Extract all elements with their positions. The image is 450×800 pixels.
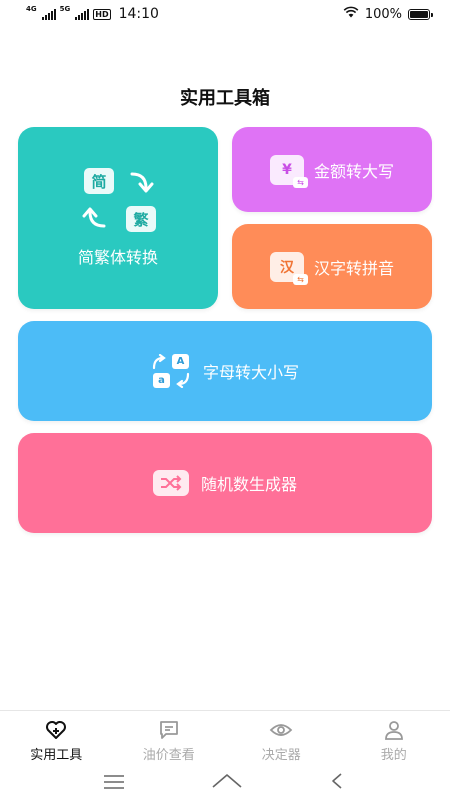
wifi-icon — [343, 6, 359, 22]
tab-label: 实用工具 — [30, 748, 83, 763]
tab-youjia-chakan[interactable]: 油价查看 — [113, 711, 226, 766]
swap-icon: ⇆ — [292, 273, 308, 285]
uppercase-glyph: A — [171, 354, 189, 369]
tab-shiyong-gongju[interactable]: 实用工具 — [0, 711, 113, 766]
status-left: 4G 5G HD 14:10 — [26, 5, 159, 23]
tool-card-jine[interactable]: ¥ ⇆ 金额转大写 — [232, 127, 432, 212]
hanzi-icon: 汉 ⇆ — [269, 251, 308, 285]
tab-wode[interactable]: 我的 — [338, 711, 450, 766]
arrow-curve-icon — [176, 372, 190, 388]
status-bar: 4G 5G HD 14:10 100% — [0, 0, 450, 28]
heart-plus-icon — [44, 719, 68, 741]
signal-icon-1 — [41, 8, 56, 20]
tool-card-label: 字母转大小写 — [202, 363, 299, 382]
tab-label: 我的 — [380, 748, 407, 763]
system-nav-bar — [0, 766, 450, 800]
tool-card-label: 简繁体转换 — [77, 248, 158, 267]
message-icon — [157, 719, 181, 741]
tool-card-jianfan[interactable]: 简 繁 简繁体转换 — [18, 127, 218, 309]
signal-icon-2 — [75, 8, 90, 20]
tool-card-suiji[interactable]: 随机数生成器 — [18, 433, 432, 533]
letter-case-icon: A a — [151, 354, 191, 388]
tool-card-label: 随机数生成器 — [200, 475, 297, 494]
bottom-tab-bar: 实用工具 油价查看 决定器 我的 — [0, 710, 450, 766]
back-icon[interactable] — [329, 772, 347, 794]
jianfan-glyph-traditional: 繁 — [126, 206, 156, 232]
menu-icon[interactable] — [103, 774, 125, 793]
user-icon — [382, 719, 406, 741]
arrow-down-curve-icon — [130, 172, 154, 193]
swap-icon: ⇆ — [292, 176, 308, 188]
network-type-2: 5G — [59, 5, 71, 13]
shuffle-icon — [152, 470, 189, 496]
shuffle-arrows-icon — [160, 475, 182, 491]
tool-card-label: 金额转大写 — [313, 161, 394, 181]
status-time: 14:10 — [118, 6, 159, 22]
eye-icon — [269, 719, 293, 741]
battery-icon — [408, 8, 433, 20]
network-type-1: 4G — [26, 5, 37, 13]
tool-card-zimu[interactable]: A a 字母转大小写 — [18, 321, 432, 421]
tab-label: 决定器 — [261, 748, 301, 763]
battery-percent: 100% — [364, 6, 402, 22]
hd-badge: HD — [93, 8, 111, 20]
jianfan-glyph-simplified: 简 — [84, 168, 114, 194]
page-title: 实用工具箱 — [180, 88, 270, 109]
hanzi-glyph: 汉 — [279, 259, 294, 276]
tab-label: 油价查看 — [142, 748, 195, 763]
yen-icon: ¥ ⇆ — [269, 154, 308, 188]
lowercase-glyph: a — [152, 373, 170, 388]
yen-glyph: ¥ — [282, 161, 292, 178]
arrow-curve-icon — [152, 354, 166, 370]
tab-jueding-qi[interactable]: 决定器 — [225, 711, 338, 766]
arrow-up-curve-icon — [82, 207, 106, 228]
tool-card-label: 汉字转拼音 — [313, 258, 394, 278]
jianfan-icon: 简 繁 — [80, 168, 156, 232]
home-icon[interactable] — [211, 773, 243, 793]
tool-card-hanzi[interactable]: 汉 ⇆ 汉字转拼音 — [232, 224, 432, 309]
status-right: 100% — [343, 6, 433, 22]
